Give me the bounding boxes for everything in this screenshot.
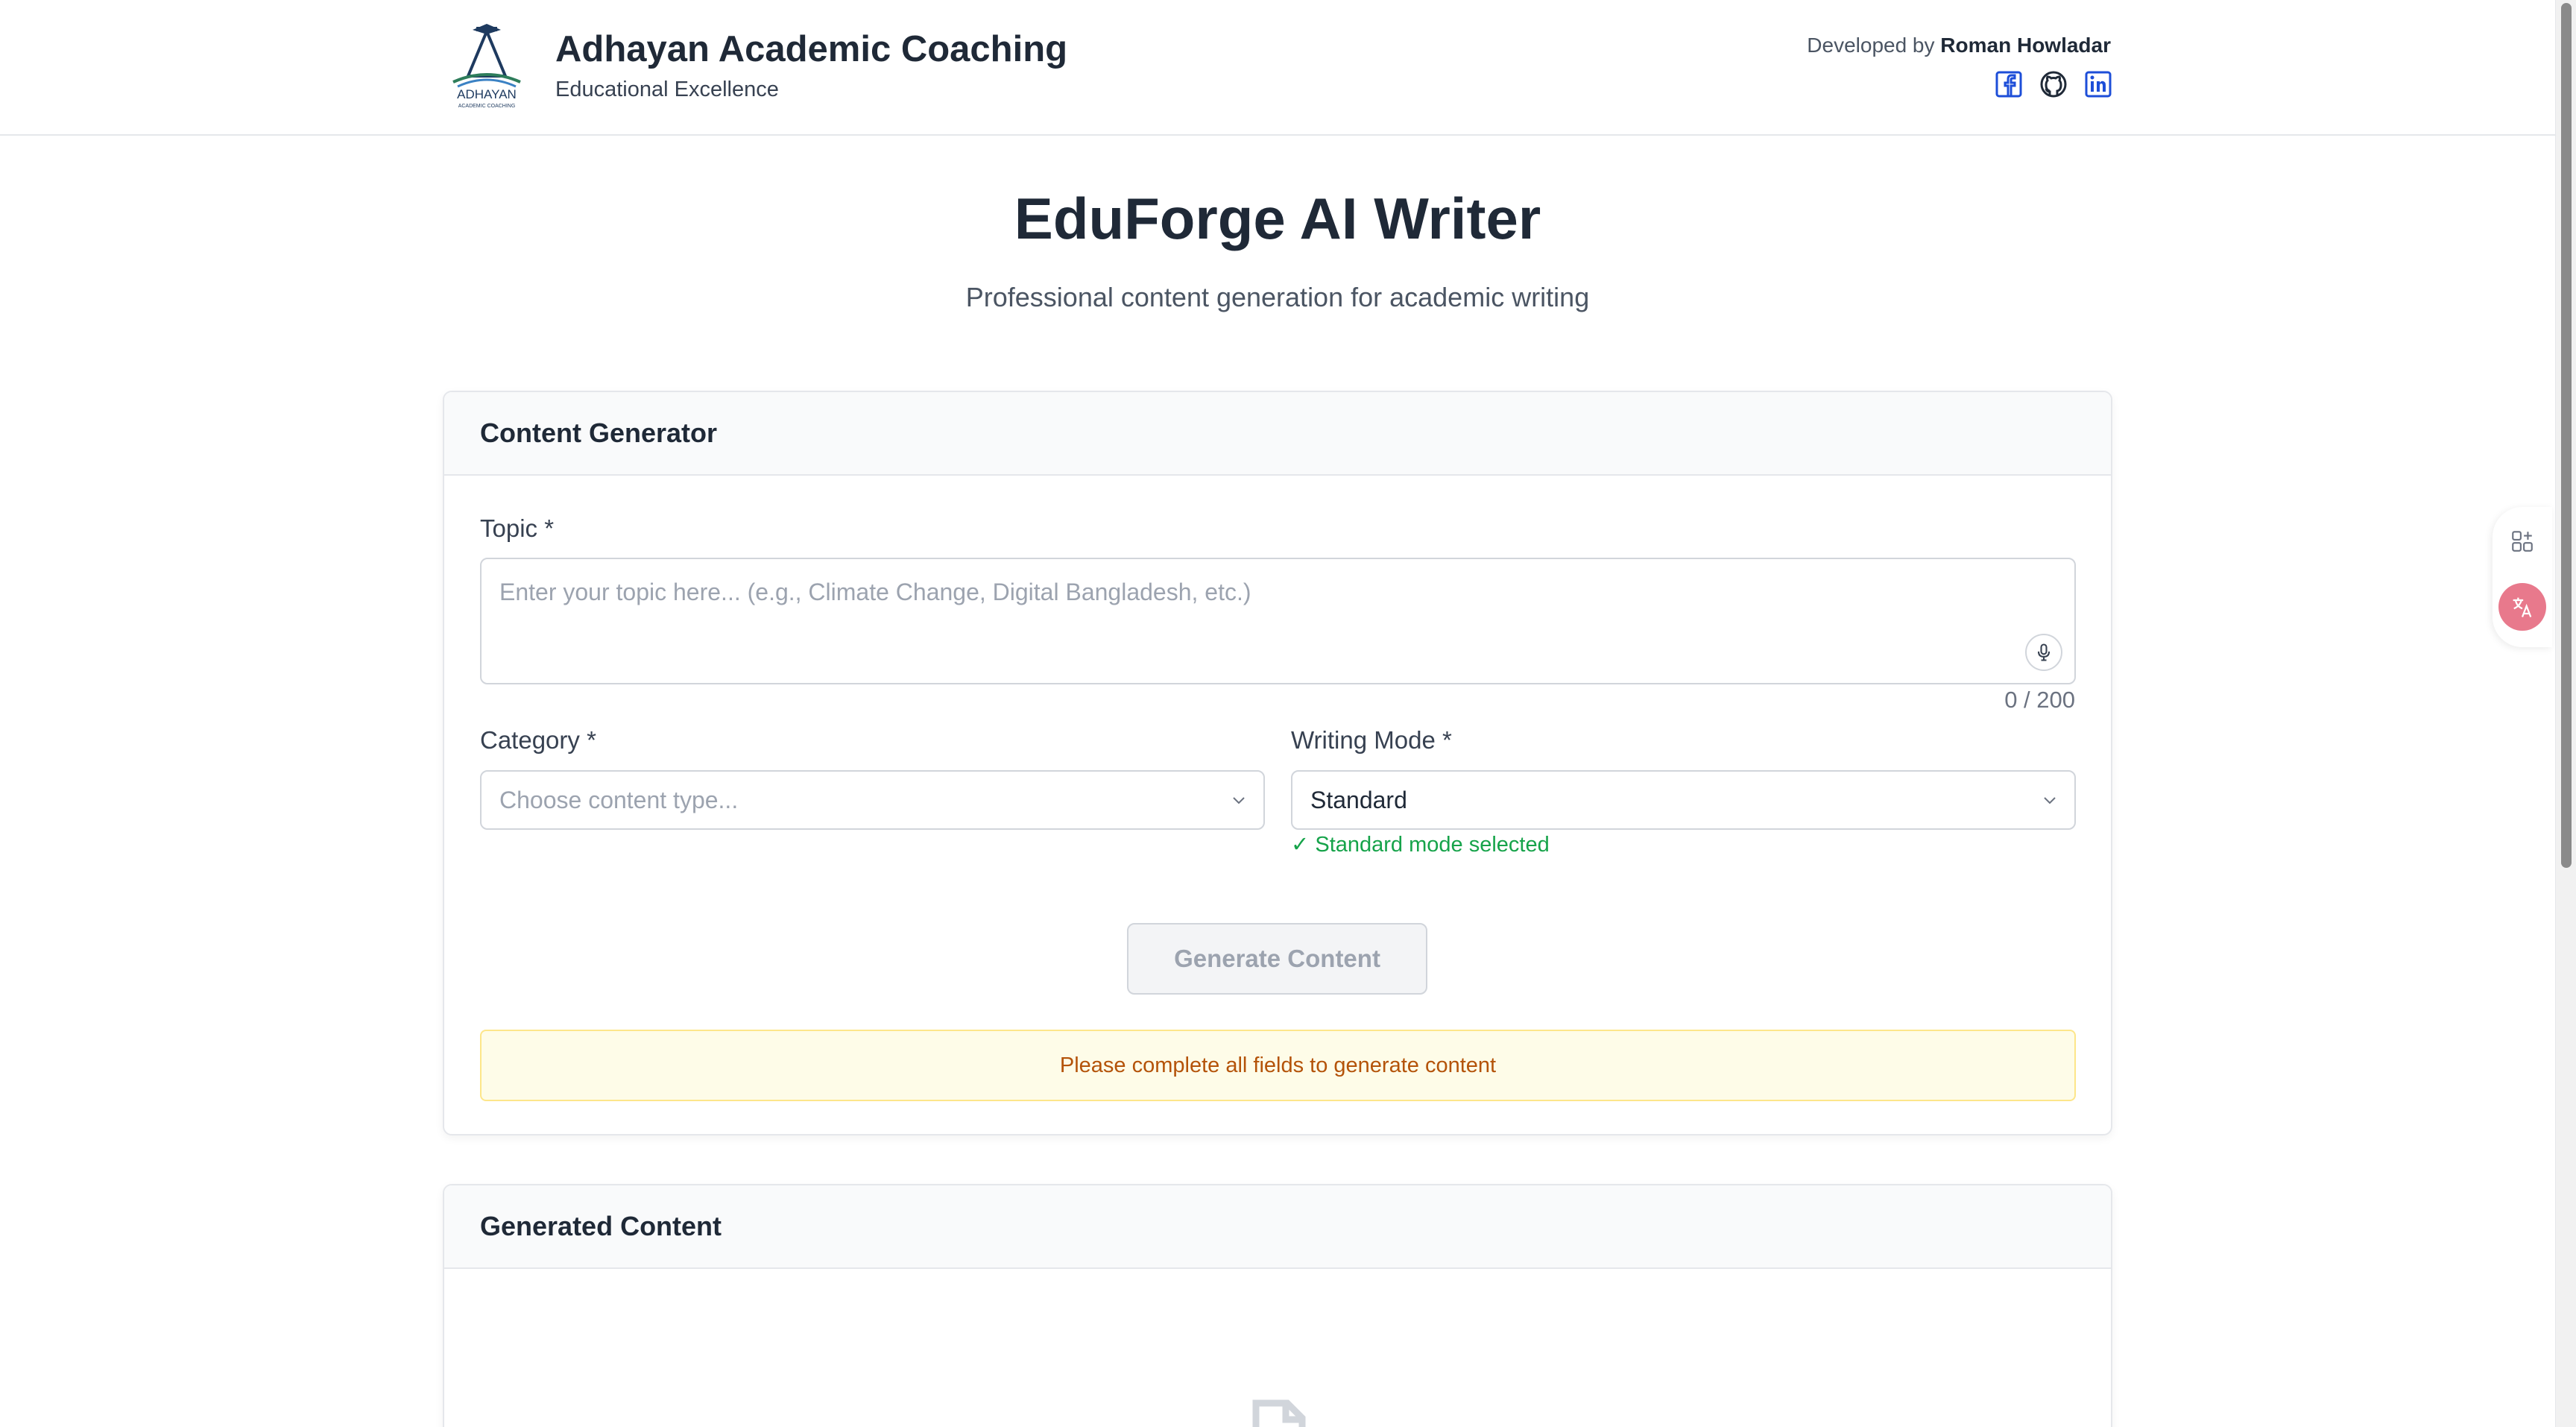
microphone-icon <box>2037 643 2051 661</box>
developer-name: Roman Howladar <box>1940 34 2111 57</box>
brand-title: Adhayan Academic Coaching <box>555 29 1068 69</box>
developer-credit: Developed by Roman Howladar <box>1807 34 2111 57</box>
translate-icon <box>2513 597 2532 617</box>
floating-toolbar <box>2493 507 2552 647</box>
generate-content-button[interactable]: Generate Content <box>1127 923 1427 995</box>
chevron-down-icon <box>1233 797 1245 804</box>
incomplete-fields-warning: Please complete all fields to generate c… <box>480 1030 2076 1101</box>
translate-button[interactable] <box>2498 583 2546 631</box>
linkedin-icon[interactable] <box>2084 70 2112 98</box>
category-placeholder: Choose content type... <box>499 786 739 813</box>
svg-text:ACADEMIC COACHING: ACADEMIC COACHING <box>458 104 516 109</box>
grid-plus-icon <box>2512 531 2533 552</box>
generated-content-card: Generated Content <box>443 1184 2112 1427</box>
page-title: EduForge AI Writer <box>1014 186 1541 251</box>
card-title: Content Generator <box>444 392 2111 476</box>
scrollbar-thumb[interactable] <box>2561 3 2572 868</box>
writing-mode-value: Standard <box>1310 786 1407 813</box>
site-header: ADHAYAN ACADEMIC COACHING Adhayan Academ… <box>0 0 2555 136</box>
brand-subtitle: Educational Excellence <box>555 78 779 101</box>
chevron-down-icon <box>2044 797 2056 804</box>
char-counter: 0 / 200 <box>2004 687 2075 713</box>
screen-capture-button[interactable] <box>2498 517 2546 565</box>
category-select[interactable]: Choose content type... <box>480 770 1265 830</box>
page-subtitle: Professional content generation for acad… <box>965 282 1590 312</box>
page-scrollbar[interactable] <box>2555 0 2576 1427</box>
card-title: Generated Content <box>444 1185 2111 1269</box>
topic-label: Topic * <box>480 514 555 542</box>
microphone-button[interactable] <box>2025 634 2062 671</box>
topic-input[interactable]: Enter your topic here... (e.g., Climate … <box>480 558 2076 684</box>
github-icon[interactable] <box>2039 70 2068 98</box>
writing-mode-select[interactable]: Standard <box>1291 770 2076 830</box>
adhayan-logo[interactable]: ADHAYAN ACADEMIC COACHING <box>443 24 531 110</box>
topic-placeholder: Enter your topic here... (e.g., Climate … <box>499 579 1251 605</box>
writing-mode-label: Writing Mode * <box>1291 726 1452 754</box>
document-icon <box>1252 1399 1306 1427</box>
mode-status-message: ✓ Standard mode selected <box>1291 833 1550 857</box>
svg-text:ADHAYAN: ADHAYAN <box>457 87 517 101</box>
category-label: Category * <box>480 726 596 754</box>
content-generator-card: Content Generator Topic * Enter your top… <box>443 391 2112 1135</box>
social-links <box>1995 70 2112 98</box>
developer-prefix: Developed by <box>1807 34 1935 57</box>
facebook-icon[interactable] <box>1995 70 2023 98</box>
